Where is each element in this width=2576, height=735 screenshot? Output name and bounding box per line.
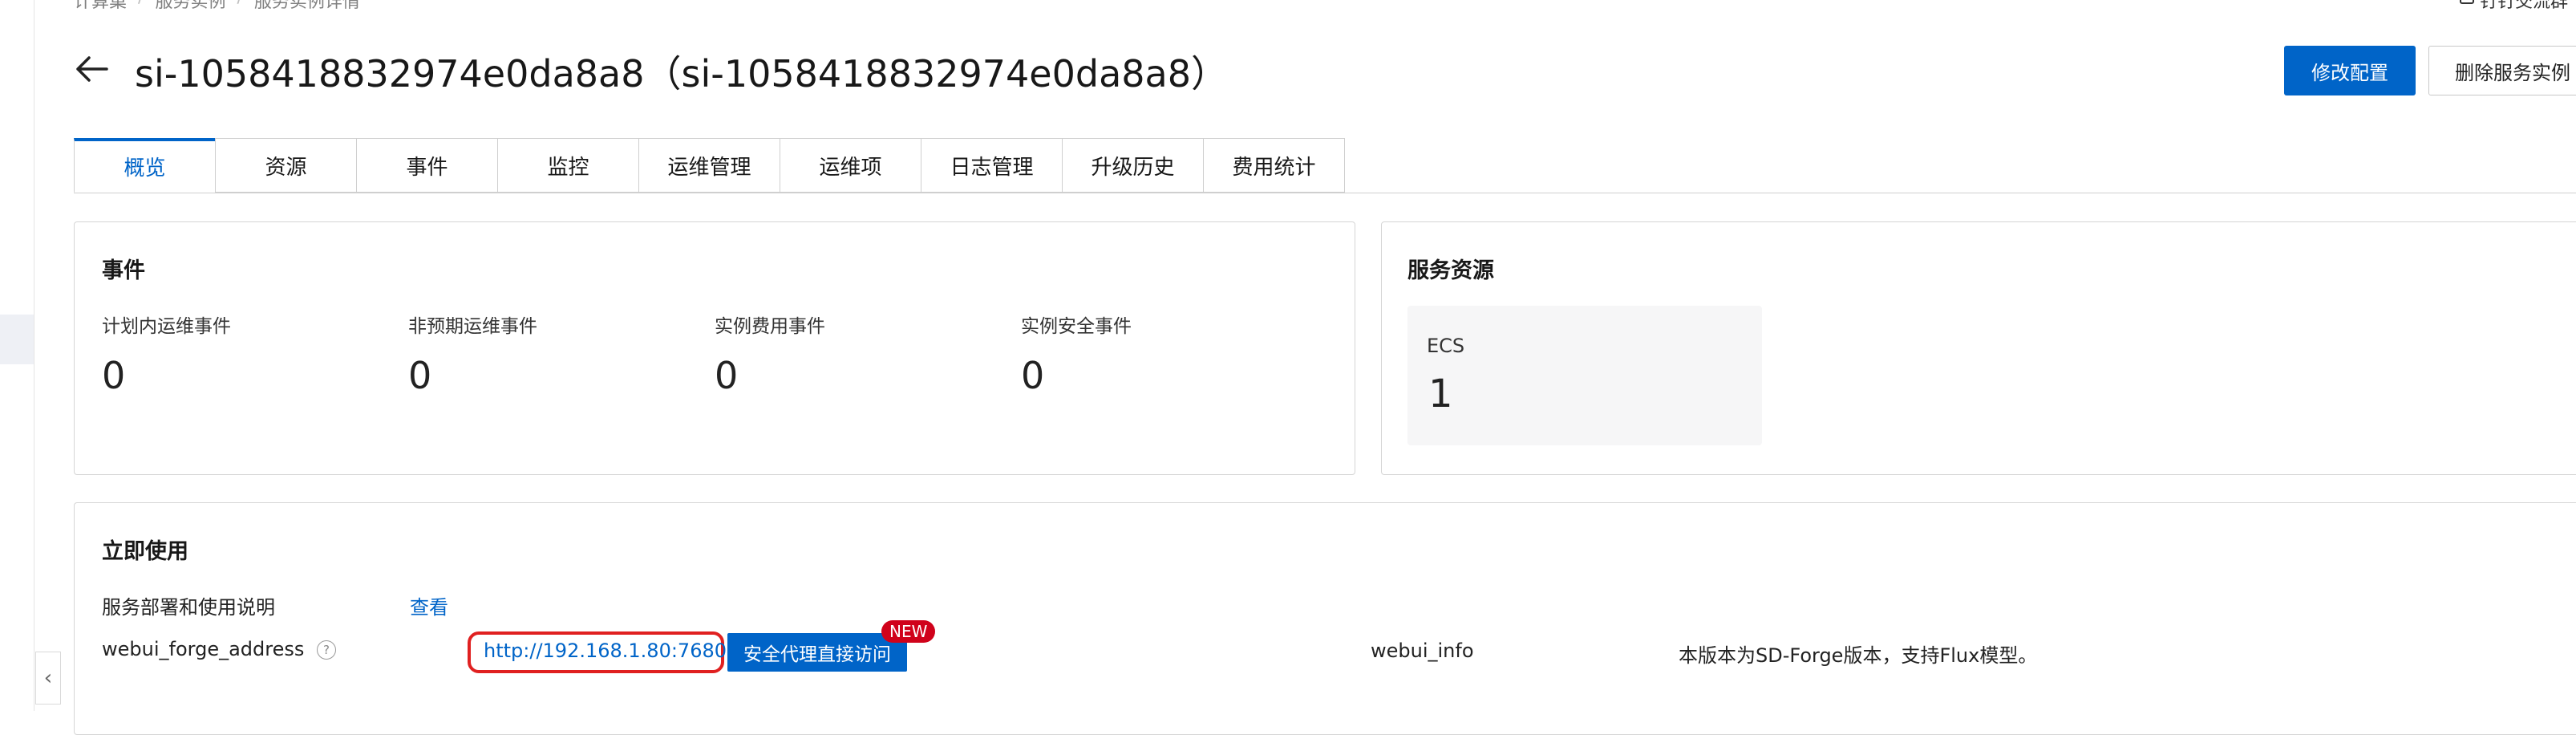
tab-cost-statistics[interactable]: 费用统计	[1203, 138, 1345, 193]
event-count[interactable]: 0	[408, 354, 431, 397]
event-count[interactable]: 0	[715, 354, 738, 397]
back-button[interactable]	[74, 50, 109, 91]
dingtalk-icon	[2459, 0, 2475, 10]
tab-log-management[interactable]: 日志管理	[921, 138, 1063, 193]
resources-card: 服务资源 ECS 1	[1381, 221, 2576, 475]
breadcrumb-item[interactable]: 服务实例	[155, 0, 225, 13]
ecs-label: ECS	[1427, 335, 1465, 357]
page-title: si-1058418832974e0da8a8（si-1058418832974…	[135, 52, 1228, 95]
doc-label: 服务部署和使用说明	[102, 596, 275, 619]
tab-overview[interactable]: 概览	[74, 138, 216, 193]
quick-use-card: 立即使用 服务部署和使用说明 查看 webui_forge_address ? …	[74, 502, 2576, 735]
event-count[interactable]: 0	[1021, 354, 1044, 397]
delete-instance-button[interactable]: 删除服务实例	[2428, 46, 2576, 95]
arrow-left-icon	[75, 51, 108, 91]
breadcrumb-item[interactable]: 计算巢	[74, 0, 127, 13]
address-label-row: webui_forge_address ?	[102, 638, 337, 660]
sidebar-active-item[interactable]	[0, 315, 34, 364]
event-label: 实例安全事件	[1021, 316, 1132, 337]
tab-monitoring[interactable]: 监控	[497, 138, 639, 193]
secure-proxy-button[interactable]: 安全代理直接访问	[727, 633, 907, 672]
dingtalk-group-link[interactable]: 钉钉交流群	[2459, 0, 2568, 13]
edit-config-button[interactable]: 修改配置	[2284, 46, 2416, 95]
event-label: 实例费用事件	[715, 316, 825, 337]
info-label: webui_info	[1371, 640, 1474, 662]
chevron-left-icon: ‹	[43, 666, 53, 690]
tab-bar: 概览 资源 事件 监控 运维管理 运维项 日志管理 升级历史 费用统计	[74, 138, 1345, 193]
events-card-title: 事件	[102, 258, 145, 283]
breadcrumb-separator: /	[237, 0, 242, 13]
sidebar-collapse-button[interactable]: ‹	[35, 652, 61, 705]
breadcrumb: 计算巢 / 服务实例 / 服务实例详情	[74, 0, 360, 13]
breadcrumb-item-current: 服务实例详情	[253, 0, 360, 12]
doc-view-link[interactable]: 查看	[410, 591, 448, 619]
ecs-count: 1	[1428, 372, 1453, 416]
quick-use-title: 立即使用	[102, 539, 188, 564]
new-badge: NEW	[881, 620, 936, 643]
tab-upgrade-history[interactable]: 升级历史	[1062, 138, 1204, 193]
tab-resources[interactable]: 资源	[215, 138, 357, 193]
tab-ops-items[interactable]: 运维项	[780, 138, 921, 193]
resources-card-title: 服务资源	[1407, 258, 1494, 283]
tab-ops-management[interactable]: 运维管理	[638, 138, 780, 193]
event-label: 计划内运维事件	[102, 316, 231, 337]
event-count[interactable]: 0	[102, 354, 125, 397]
tab-events[interactable]: 事件	[356, 138, 498, 193]
events-card: 事件 计划内运维事件 0 非预期运维事件 0 实例费用事件 0 实例安全事件 0	[74, 221, 1355, 475]
address-link[interactable]: http://192.168.1.80:7680	[484, 640, 727, 662]
info-value: 本版本为SD-Forge版本，支持Flux模型。	[1679, 644, 2038, 667]
ecs-resource-tile[interactable]: ECS 1	[1407, 306, 1762, 445]
address-label: webui_forge_address	[102, 638, 305, 660]
event-label: 非预期运维事件	[408, 316, 537, 337]
help-icon[interactable]: ?	[317, 640, 337, 660]
dingtalk-label: 钉钉交流群	[2479, 0, 2568, 12]
breadcrumb-separator: /	[138, 0, 144, 13]
